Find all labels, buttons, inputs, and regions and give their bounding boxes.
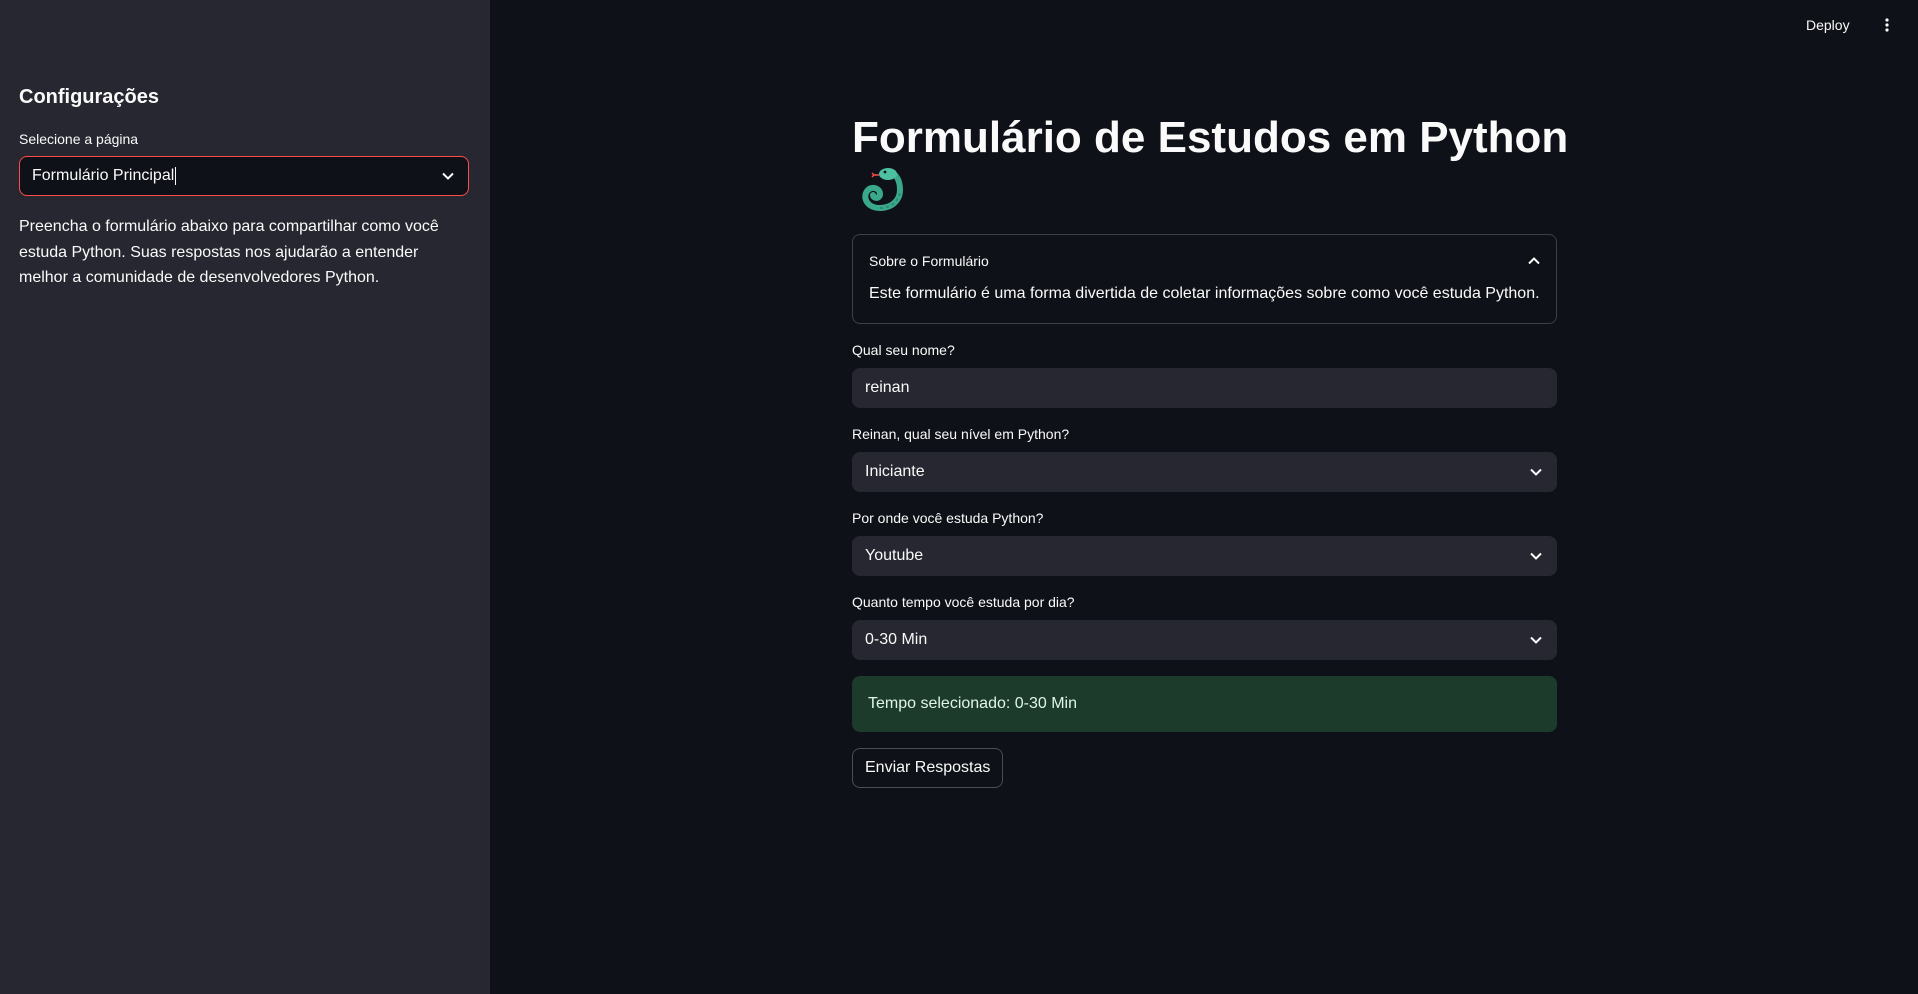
level-select[interactable]: Iniciante bbox=[852, 452, 1557, 492]
vertical-dots-icon[interactable] bbox=[1878, 15, 1896, 35]
time-select-value: 0-30 Min bbox=[865, 631, 928, 648]
text-caret bbox=[175, 166, 177, 185]
snake-icon bbox=[858, 166, 908, 214]
success-message: Tempo selecionado: 0-30 Min bbox=[852, 676, 1557, 732]
page-select-value-wrap: Formulário Principal bbox=[32, 166, 440, 185]
chevron-up-icon bbox=[1528, 252, 1540, 270]
page-select[interactable]: Formulário Principal bbox=[19, 156, 469, 196]
source-select[interactable]: Youtube bbox=[852, 536, 1557, 576]
chevron-down-icon bbox=[1528, 464, 1544, 480]
name-input-value: reinan bbox=[865, 379, 910, 396]
chevron-down-icon bbox=[1528, 548, 1544, 564]
chevron-down-icon bbox=[440, 168, 456, 184]
level-field-label: Reinan, qual seu nível em Python? bbox=[852, 426, 1070, 442]
expander-header[interactable]: Sobre o Formulário bbox=[869, 249, 1540, 273]
page-select-label: Selecione a página bbox=[19, 131, 139, 147]
level-select-value: Iniciante bbox=[865, 463, 925, 480]
page-title: Formulário de Estudos em Python bbox=[852, 113, 1569, 162]
name-input[interactable]: reinan bbox=[852, 368, 1557, 408]
time-field-label: Quanto tempo você estuda por dia? bbox=[852, 594, 1075, 610]
source-select-value: Youtube bbox=[865, 547, 924, 564]
sidebar: Configurações Selecione a página Formulá… bbox=[0, 0, 490, 994]
page-select-value: Formulário Principal bbox=[32, 167, 175, 185]
expander-label: Sobre o Formulário bbox=[869, 253, 989, 269]
submit-button[interactable]: Enviar Respostas bbox=[852, 748, 1004, 788]
chevron-down-icon bbox=[1528, 632, 1544, 648]
source-field-label: Por onde você estuda Python? bbox=[852, 510, 1044, 526]
sidebar-description: Preencha o formulário abaixo para compar… bbox=[19, 218, 439, 286]
about-expander: Sobre o Formulário Este formulário é uma… bbox=[852, 234, 1557, 324]
expander-body: Este formulário é uma forma divertida de… bbox=[869, 285, 1540, 302]
time-select[interactable]: 0-30 Min bbox=[852, 620, 1557, 660]
name-field-label: Qual seu nome? bbox=[852, 342, 955, 358]
sidebar-title: Configurações bbox=[19, 86, 160, 108]
deploy-button[interactable]: Deploy bbox=[1806, 15, 1850, 35]
